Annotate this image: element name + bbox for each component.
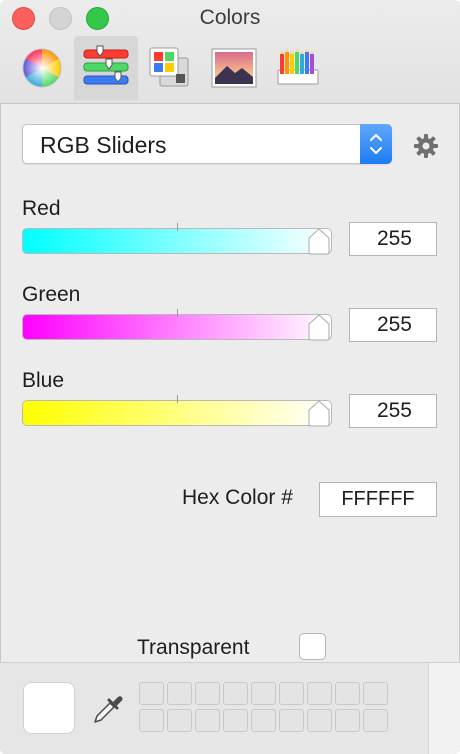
color-well[interactable] — [167, 682, 192, 705]
blue-label: Blue — [22, 369, 65, 392]
toolbar: Colors — [0, 0, 460, 104]
green-value-field[interactable]: 255 — [349, 308, 437, 342]
color-well[interactable] — [335, 709, 360, 732]
hex-color-field[interactable]: FFFFFF — [319, 482, 437, 517]
color-well[interactable] — [139, 682, 164, 705]
blue-slider-track[interactable] — [22, 395, 332, 426]
pencils-icon — [277, 48, 319, 85]
transparent-label: Transparent — [137, 636, 250, 659]
blue-slider-thumb[interactable] — [307, 398, 331, 428]
color-well[interactable] — [307, 682, 332, 705]
color-sliders-tab[interactable] — [74, 36, 138, 100]
transparent-checkbox[interactable] — [299, 633, 326, 660]
color-well[interactable] — [139, 709, 164, 732]
gear-icon[interactable] — [413, 133, 439, 159]
color-well[interactable] — [335, 682, 360, 705]
red-label: Red — [22, 197, 61, 220]
window-title: Colors — [199, 6, 261, 29]
slider-mode-popup[interactable]: RGB Sliders — [22, 124, 392, 164]
color-well[interactable] — [251, 682, 276, 705]
bottom-bar — [0, 662, 460, 754]
color-well[interactable] — [223, 709, 248, 732]
color-wheel-icon — [22, 48, 62, 88]
pencils-tab[interactable] — [266, 36, 330, 100]
red-slider-thumb[interactable] — [307, 226, 331, 256]
color-well[interactable] — [307, 709, 332, 732]
color-wheel-tab[interactable] — [10, 36, 74, 100]
sliders-icon — [83, 45, 129, 85]
green-slider-thumb[interactable] — [307, 312, 331, 342]
image-palette-icon — [211, 48, 257, 88]
current-color-swatch[interactable] — [23, 682, 75, 734]
eyedropper-icon[interactable] — [91, 692, 125, 726]
color-well[interactable] — [251, 709, 276, 732]
palettes-icon — [149, 47, 189, 87]
slider-center-tick — [177, 223, 178, 231]
green-label: Green — [22, 283, 81, 306]
slider-center-tick — [177, 309, 178, 317]
hex-color-label: Hex Color # — [182, 486, 293, 509]
color-well[interactable] — [363, 709, 388, 732]
slider-center-tick — [177, 395, 178, 403]
color-well[interactable] — [195, 682, 220, 705]
color-well[interactable] — [195, 709, 220, 732]
color-well[interactable] — [223, 682, 248, 705]
red-value-field[interactable]: 255 — [349, 222, 437, 256]
colors-window: Colors RGB Sliders Red 255 Green 255 Blu… — [0, 0, 460, 754]
color-well[interactable] — [279, 709, 304, 732]
red-slider-track[interactable] — [22, 223, 332, 254]
slider-mode-label: RGB Sliders — [40, 132, 167, 158]
color-well[interactable] — [167, 709, 192, 732]
color-well[interactable] — [363, 682, 388, 705]
popup-chevrons-icon — [360, 124, 392, 164]
color-palettes-tab[interactable] — [138, 36, 202, 100]
blue-value-field[interactable]: 255 — [349, 394, 437, 428]
green-slider-track[interactable] — [22, 309, 332, 340]
resize-strip — [429, 663, 460, 754]
color-well[interactable] — [279, 682, 304, 705]
image-palettes-tab[interactable] — [202, 36, 266, 100]
